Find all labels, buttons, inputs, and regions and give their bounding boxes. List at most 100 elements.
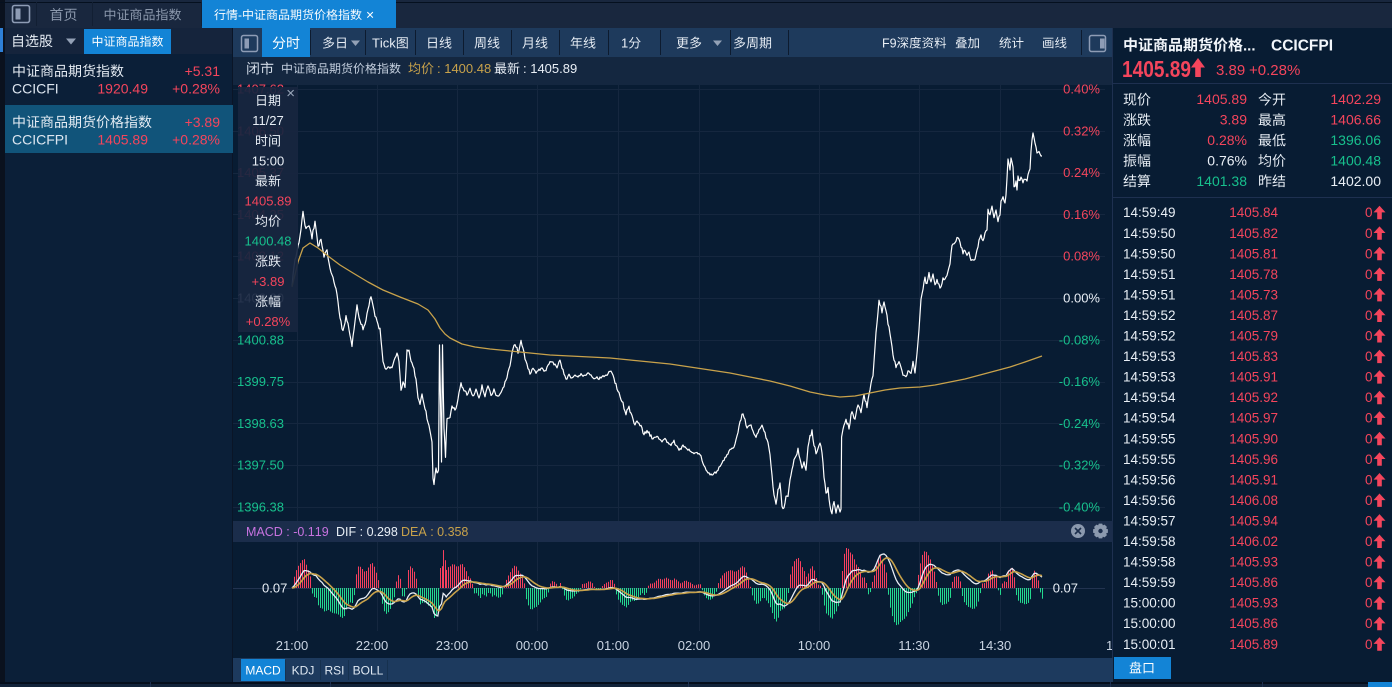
svg-text:CCICFPI: CCICFPI bbox=[12, 132, 68, 148]
svg-text:14:30: 14:30 bbox=[979, 638, 1012, 653]
svg-text:1405.86: 1405.86 bbox=[1229, 575, 1278, 590]
svg-text:14:59:57: 14:59:57 bbox=[1123, 513, 1176, 528]
svg-text:: 1400.48: : 1400.48 bbox=[437, 61, 491, 76]
svg-text:0: 0 bbox=[1365, 637, 1373, 652]
svg-text:+0.28%: +0.28% bbox=[172, 132, 220, 148]
svg-text:1405.89: 1405.89 bbox=[97, 132, 148, 148]
svg-text:0: 0 bbox=[1365, 513, 1373, 528]
svg-text:F: F bbox=[349, 525, 357, 539]
svg-text:01:00: 01:00 bbox=[597, 638, 630, 653]
svg-text:14:59:58: 14:59:58 bbox=[1123, 555, 1176, 570]
svg-text:1405.78: 1405.78 bbox=[1229, 267, 1278, 282]
svg-text:1405.90: 1405.90 bbox=[1229, 431, 1278, 446]
svg-text:0: 0 bbox=[1365, 411, 1373, 426]
svg-text:1405.73: 1405.73 bbox=[1229, 287, 1278, 302]
svg-text:0: 0 bbox=[1365, 205, 1373, 220]
svg-text:+3.89: +3.89 bbox=[252, 274, 285, 289]
svg-text:1405.82: 1405.82 bbox=[1229, 226, 1278, 241]
svg-text:间: 间 bbox=[268, 133, 281, 148]
svg-text:1405.91: 1405.91 bbox=[1229, 472, 1278, 487]
svg-text:...: ... bbox=[1243, 37, 1256, 54]
svg-text:-0.08%: -0.08% bbox=[1059, 332, 1101, 347]
svg-text:D: D bbox=[401, 525, 410, 539]
svg-text:A: A bbox=[418, 525, 427, 539]
svg-text:: 1405.89: : 1405.89 bbox=[523, 61, 577, 76]
svg-text:1405.91: 1405.91 bbox=[1229, 370, 1278, 385]
svg-text:1399.75: 1399.75 bbox=[237, 374, 284, 389]
svg-text:14:59:54: 14:59:54 bbox=[1123, 411, 1176, 426]
svg-text:0: 0 bbox=[1365, 349, 1373, 364]
svg-text:1405.96: 1405.96 bbox=[1229, 452, 1278, 467]
svg-text:1397.50: 1397.50 bbox=[237, 458, 284, 473]
svg-text:1400.48: 1400.48 bbox=[245, 234, 292, 249]
svg-text::: : bbox=[430, 525, 433, 539]
svg-text:10:00: 10:00 bbox=[798, 638, 831, 653]
svg-text:15:00:00: 15:00:00 bbox=[1123, 616, 1176, 631]
svg-text:14:59:56: 14:59:56 bbox=[1123, 493, 1176, 508]
svg-text:1405.89: 1405.89 bbox=[1196, 91, 1247, 107]
svg-text:×: × bbox=[286, 85, 295, 102]
svg-text:0: 0 bbox=[1365, 493, 1373, 508]
svg-text:MACD: MACD bbox=[245, 664, 281, 678]
svg-text:1396.38: 1396.38 bbox=[237, 500, 284, 515]
svg-text:1400.88: 1400.88 bbox=[237, 332, 284, 347]
svg-text:23:00: 23:00 bbox=[436, 638, 469, 653]
svg-text:15:00:01: 15:00:01 bbox=[1123, 637, 1176, 652]
svg-text:9: 9 bbox=[322, 525, 329, 539]
svg-text:0.28%: 0.28% bbox=[1207, 132, 1247, 148]
svg-text::: : bbox=[286, 525, 289, 539]
svg-text:0: 0 bbox=[1365, 596, 1373, 611]
svg-text:0: 0 bbox=[1365, 329, 1373, 344]
svg-text:0: 0 bbox=[1365, 616, 1373, 631]
svg-text:E: E bbox=[410, 525, 418, 539]
svg-text:3.89: 3.89 bbox=[1220, 112, 1247, 128]
svg-text:1: 1 bbox=[308, 525, 315, 539]
svg-text:1406.66: 1406.66 bbox=[1330, 112, 1381, 128]
svg-text:0.16%: 0.16% bbox=[1063, 207, 1100, 222]
svg-text:1398.63: 1398.63 bbox=[237, 416, 284, 431]
svg-text:CCICFPI: CCICFPI bbox=[1271, 37, 1333, 54]
svg-text:14:59:58: 14:59:58 bbox=[1123, 534, 1176, 549]
svg-text:1396.06: 1396.06 bbox=[1330, 132, 1381, 148]
svg-text:14:59:53: 14:59:53 bbox=[1123, 349, 1176, 364]
svg-text:14:59:50: 14:59:50 bbox=[1123, 226, 1176, 241]
svg-text:14:59:54: 14:59:54 bbox=[1123, 390, 1176, 405]
svg-text:0: 0 bbox=[1365, 575, 1373, 590]
svg-text:1405.86: 1405.86 bbox=[1229, 616, 1278, 631]
svg-text:14:59:49: 14:59:49 bbox=[1123, 205, 1176, 220]
svg-text:14:59:53: 14:59:53 bbox=[1123, 370, 1176, 385]
svg-text:1405.92: 1405.92 bbox=[1229, 390, 1278, 405]
svg-text:14:59:56: 14:59:56 bbox=[1123, 472, 1176, 487]
svg-text:0.32%: 0.32% bbox=[1063, 123, 1100, 138]
svg-text:D: D bbox=[336, 525, 345, 539]
svg-text:-: - bbox=[238, 8, 242, 22]
svg-text:D: D bbox=[274, 525, 283, 539]
svg-text:C: C bbox=[265, 525, 274, 539]
svg-text:+0.28%: +0.28% bbox=[172, 81, 220, 97]
svg-text:14:59:52: 14:59:52 bbox=[1123, 329, 1176, 344]
svg-text:8: 8 bbox=[391, 525, 398, 539]
svg-text:1405.93: 1405.93 bbox=[1229, 555, 1278, 570]
svg-text:0: 0 bbox=[1365, 226, 1373, 241]
svg-text:0.00%: 0.00% bbox=[1063, 291, 1100, 306]
svg-text:-0.32%: -0.32% bbox=[1059, 458, 1101, 473]
svg-text:1405.93: 1405.93 bbox=[1229, 596, 1278, 611]
svg-text:8: 8 bbox=[461, 525, 468, 539]
svg-text:0.07: 0.07 bbox=[262, 581, 287, 596]
svg-text:1402.00: 1402.00 bbox=[1330, 173, 1381, 189]
svg-text:0: 0 bbox=[1365, 431, 1373, 446]
svg-text:1405.87: 1405.87 bbox=[1229, 308, 1278, 323]
svg-text:1405.84: 1405.84 bbox=[1229, 205, 1278, 220]
svg-text:BOLL: BOLL bbox=[353, 664, 384, 678]
svg-text:0: 0 bbox=[1365, 534, 1373, 549]
svg-text:11/27: 11/27 bbox=[252, 113, 284, 128]
svg-text:CCICFI: CCICFI bbox=[12, 81, 59, 97]
svg-text:1405.79: 1405.79 bbox=[1229, 329, 1278, 344]
svg-text:0: 0 bbox=[1365, 246, 1373, 261]
svg-text:14:59:51: 14:59:51 bbox=[1123, 287, 1176, 302]
svg-text:1400.48: 1400.48 bbox=[1330, 152, 1381, 168]
svg-text:02:00: 02:00 bbox=[678, 638, 711, 653]
svg-text:14:59:51: 14:59:51 bbox=[1123, 267, 1176, 282]
svg-text:1406.08: 1406.08 bbox=[1229, 493, 1278, 508]
svg-text:9: 9 bbox=[890, 36, 897, 50]
